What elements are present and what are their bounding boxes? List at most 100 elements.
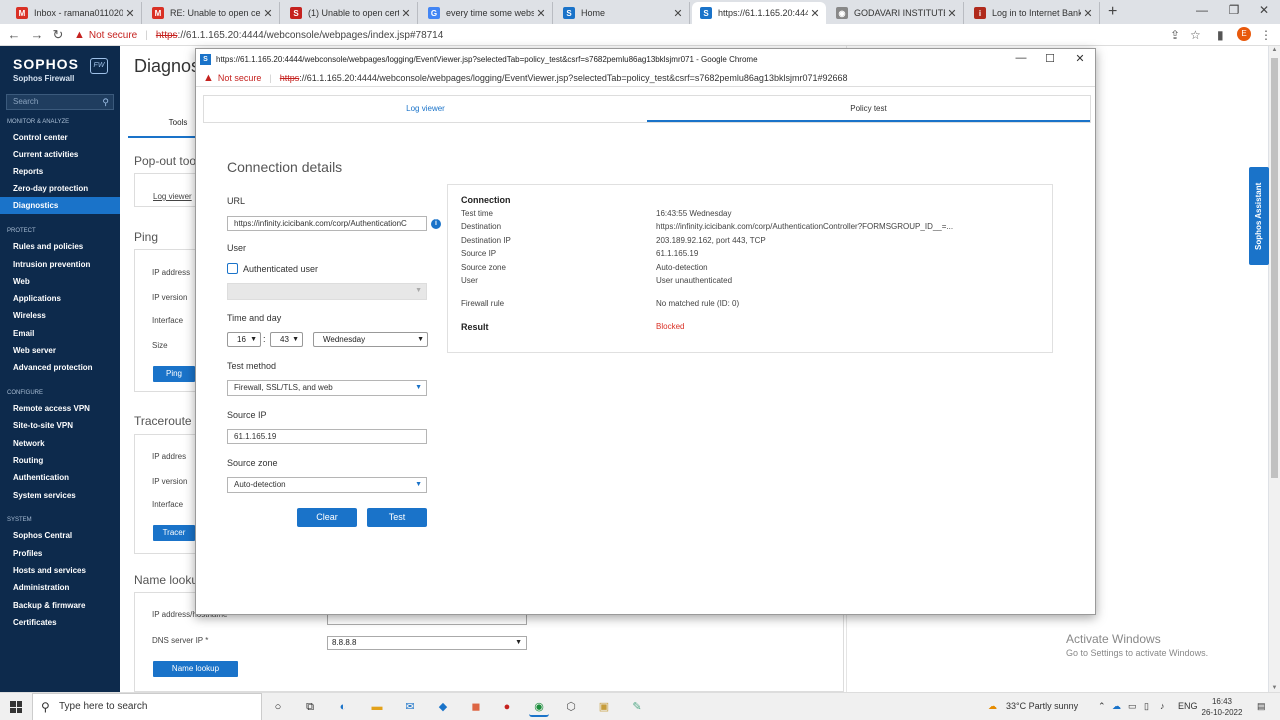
minute-select[interactable]: 43 ▼ xyxy=(270,332,303,347)
sidebar-item-hosts-and-services[interactable]: Hosts and services xyxy=(13,566,86,575)
close-tab-icon[interactable]: ✕ xyxy=(1081,7,1095,20)
source-ip-input[interactable]: 61.1.165.19 xyxy=(227,429,427,444)
language-indicator[interactable]: ENG xyxy=(1178,701,1198,711)
clock[interactable]: 16:43 26-10-2022 xyxy=(1200,696,1244,718)
popup-close-icon[interactable]: ✕ xyxy=(1072,52,1088,65)
office-icon[interactable]: ◼ xyxy=(466,697,486,717)
sidebar-item-zero-day-protection[interactable]: Zero-day protection xyxy=(13,184,88,193)
sidebar-search-input[interactable]: Search ⚲ xyxy=(6,94,114,110)
popup-url-bar[interactable]: ▲ Not secure | https ://61.1.165.20:4444… xyxy=(196,69,1095,87)
close-tab-icon[interactable]: ✕ xyxy=(808,7,822,20)
url-input[interactable]: https://infinity.icicibank.com/corp/Auth… xyxy=(227,216,427,231)
popup-minimize-icon[interactable]: — xyxy=(1013,52,1029,64)
sidebar-item-backup-firmware[interactable]: Backup & firmware xyxy=(13,601,85,610)
sidebar-item-web-server[interactable]: Web server xyxy=(13,346,56,355)
page-scrollbar[interactable]: ▲ ▼ xyxy=(1269,46,1280,692)
browser-tab[interactable]: ◉ GODAVARI INSTITUTE OF E✕ xyxy=(828,2,964,24)
sidebar-item-sophos-central[interactable]: Sophos Central xyxy=(13,531,72,540)
traceroute-button[interactable]: Tracer xyxy=(153,525,195,541)
sidebar-item-current-activities[interactable]: Current activities xyxy=(13,150,78,159)
taskbar-search-input[interactable]: ⚲ Type here to search xyxy=(32,693,262,720)
notifications-icon[interactable]: ▤ xyxy=(1257,701,1266,712)
sidebar-item-routing[interactable]: Routing xyxy=(13,456,43,465)
authenticated-user-label[interactable]: Authenticated user xyxy=(243,264,318,274)
sophos-logo[interactable]: SOPHOS xyxy=(13,56,79,72)
mail-icon[interactable]: ✉ xyxy=(400,697,420,717)
store-icon[interactable]: ◆ xyxy=(433,697,453,717)
source-zone-select[interactable]: Auto-detection ▼ xyxy=(227,477,427,493)
volume-icon[interactable]: ♪ xyxy=(1160,701,1165,711)
sidebar-item-reports[interactable]: Reports xyxy=(13,167,43,176)
info-icon[interactable]: i xyxy=(431,219,441,229)
test-method-select[interactable]: Firewall, SSL/TLS, and web ▼ xyxy=(227,380,427,396)
browser-tab[interactable]: Shttps://61.1.165.20:4444/w✕ xyxy=(692,2,826,24)
onedrive-icon[interactable]: ☁ xyxy=(1112,701,1121,712)
ping-button[interactable]: Ping xyxy=(153,366,195,382)
scrollbar-thumb[interactable] xyxy=(1271,58,1278,478)
sidebar-item-administration[interactable]: Administration xyxy=(13,583,69,592)
sidebar-item-wireless[interactable]: Wireless xyxy=(13,311,46,320)
restore-icon[interactable]: ❐ xyxy=(1224,3,1244,17)
hour-select[interactable]: 16 ▼ xyxy=(227,332,261,347)
app-icon[interactable]: ● xyxy=(497,697,517,717)
browser-tab[interactable]: S Home ✕ xyxy=(555,2,690,24)
dns-server-select[interactable]: 8.8.8.8 ▼ xyxy=(327,636,527,650)
sidebar-item-rules-and-policies[interactable]: Rules and policies xyxy=(13,242,83,251)
close-tab-icon[interactable]: ✕ xyxy=(671,7,685,20)
file-explorer-icon[interactable]: ▬ xyxy=(367,697,387,717)
tab-policy-test[interactable]: Policy test xyxy=(647,96,1090,122)
sidebar-item-web[interactable]: Web xyxy=(13,277,30,286)
log-viewer-link[interactable]: Log viewer xyxy=(153,192,192,201)
browser-tab[interactable]: Gevery time some websites✕ xyxy=(420,2,553,24)
test-button[interactable]: Test xyxy=(367,508,427,527)
back-icon[interactable]: ← xyxy=(6,27,22,42)
side-panel-icon[interactable]: ▮ xyxy=(1217,28,1224,42)
battery-icon[interactable]: ▯ xyxy=(1144,701,1149,712)
scroll-down-icon[interactable]: ▼ xyxy=(1269,685,1280,691)
search-icon[interactable]: ⚲ xyxy=(102,95,109,109)
sidebar-item-network[interactable]: Network xyxy=(13,439,45,448)
sophos-assistant-button[interactable]: Sophos Assistant xyxy=(1249,167,1269,265)
clear-button[interactable]: Clear xyxy=(297,508,357,527)
task-view-icon[interactable]: ⧉ xyxy=(300,697,320,717)
sidebar-item-diagnostics[interactable]: Diagnostics xyxy=(0,197,120,214)
virtualbox-icon[interactable]: ⬡ xyxy=(561,697,581,717)
not-secure-label[interactable]: Not secure xyxy=(89,30,137,41)
bookmark-star-icon[interactable]: ☆ xyxy=(1190,28,1201,42)
popup-not-secure-label[interactable]: Not secure xyxy=(218,73,262,83)
menu-icon[interactable]: ⋮ xyxy=(1260,28,1272,42)
sidebar-item-applications[interactable]: Applications xyxy=(13,294,61,303)
notepad-icon[interactable]: ✎ xyxy=(627,697,647,717)
reload-icon[interactable]: ↻ xyxy=(50,27,66,43)
browser-tab[interactable]: S (1) Unable to open certain✕ xyxy=(282,2,418,24)
forward-icon[interactable]: → xyxy=(29,27,45,42)
edge-icon[interactable]: ◐ xyxy=(333,697,353,717)
profile-avatar[interactable]: E xyxy=(1237,27,1251,41)
close-tab-icon[interactable]: ✕ xyxy=(534,7,548,20)
sidebar-item-authentication[interactable]: Authentication xyxy=(13,473,69,482)
windows-start-icon[interactable] xyxy=(10,701,22,713)
weather-text[interactable]: 33°C Partly sunny xyxy=(1006,701,1078,711)
authenticated-user-checkbox[interactable] xyxy=(227,263,238,274)
minimize-icon[interactable]: — xyxy=(1192,3,1212,17)
day-select[interactable]: Wednesday ▼ xyxy=(313,332,428,347)
close-window-icon[interactable]: ✕ xyxy=(1254,3,1274,17)
new-tab-button[interactable]: + xyxy=(1108,3,1117,21)
url-field[interactable]: ▲ Not secure | https ://61.1.165.20:4444… xyxy=(74,26,1154,44)
sidebar-item-remote-access-vpn[interactable]: Remote access VPN xyxy=(13,404,90,413)
cortana-icon[interactable]: ○ xyxy=(268,697,288,717)
sidebar-item-control-center[interactable]: Control center xyxy=(13,133,68,142)
close-tab-icon[interactable]: ✕ xyxy=(399,7,413,20)
browser-tab[interactable]: M Inbox - ramana011020098✕ xyxy=(8,2,142,24)
popup-maximize-icon[interactable]: ☐ xyxy=(1042,52,1058,65)
sidebar-item-system-services[interactable]: System services xyxy=(13,491,76,500)
browser-tab[interactable]: i Log in to Internet Banking✕ xyxy=(966,2,1100,24)
archive-icon[interactable]: ▣ xyxy=(594,697,614,717)
close-tab-icon[interactable]: ✕ xyxy=(945,7,959,20)
tab-log-viewer[interactable]: Log viewer xyxy=(204,96,647,122)
sidebar-item-site-to-site-vpn[interactable]: Site-to-site VPN xyxy=(13,421,73,430)
close-tab-icon[interactable]: ✕ xyxy=(261,7,275,20)
tray-chevron-icon[interactable]: ⌃ xyxy=(1098,701,1106,712)
scroll-up-icon[interactable]: ▲ xyxy=(1269,47,1280,53)
network-icon[interactable]: ▭ xyxy=(1128,701,1137,712)
